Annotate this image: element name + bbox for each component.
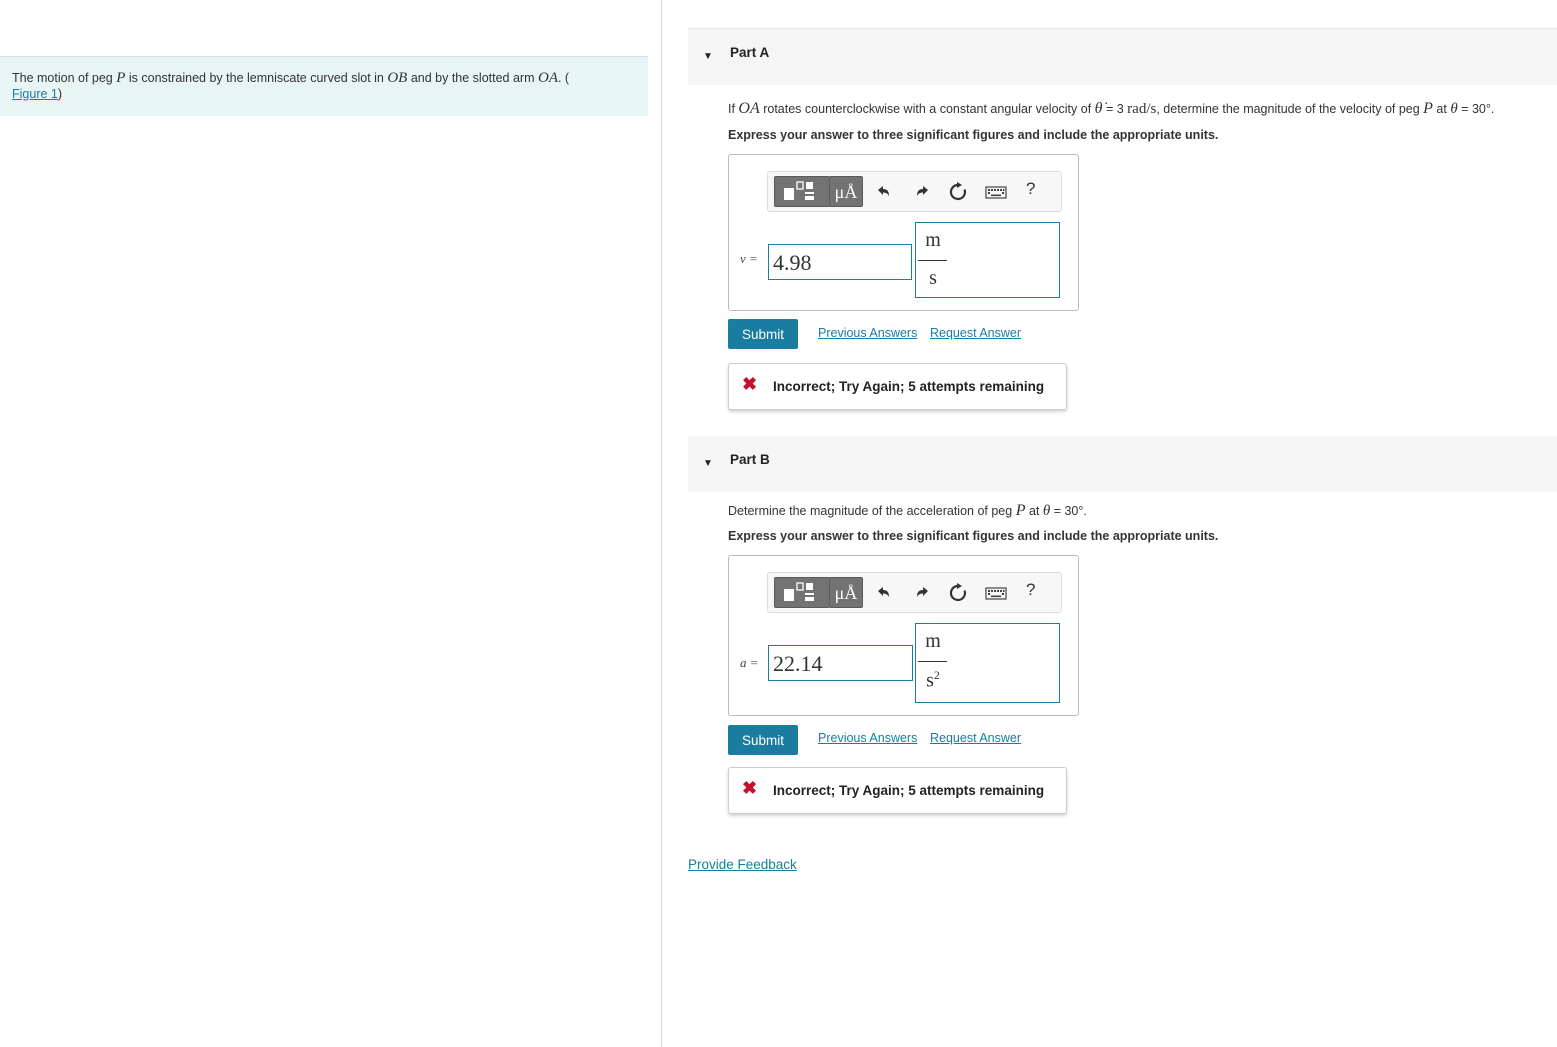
templates-icon (784, 181, 814, 200)
question-text: rotates counterclockwise with a constant… (759, 102, 1095, 116)
incorrect-x-icon: ✖ (742, 374, 758, 394)
part-b-submit-button[interactable]: Submit (728, 725, 798, 755)
unit-input[interactable]: m s2 (915, 623, 1060, 703)
part-b-question: Determine the magnitude of the accelerat… (728, 502, 1087, 520)
part-a-instruction: Express your answer to three significant… (728, 128, 1219, 142)
math-var-p: P (1423, 100, 1433, 117)
problem-pane: The motion of peg P is constrained by th… (0, 0, 662, 1047)
part-b-title: Part B (730, 452, 770, 467)
question-text: = 3 (1102, 102, 1128, 116)
unit-exponent: 2 (933, 668, 940, 682)
math-theta: θ (1450, 101, 1458, 117)
unit-numerator: m (925, 229, 941, 251)
math-var-ob: OB (387, 70, 408, 86)
templates-icon (784, 582, 814, 601)
feedback-text: Incorrect; Try Again; 5 attempts remaini… (773, 783, 1045, 798)
question-text: at (1025, 504, 1043, 518)
math-toolbar: μÅ ? (767, 572, 1062, 613)
collapse-caret-icon[interactable]: ▼ (703, 51, 713, 62)
part-b-feedback: ✖ Incorrect; Try Again; 5 attempts remai… (728, 767, 1067, 814)
math-var-oa: OA (537, 70, 558, 86)
question-text: Determine the magnitude of the accelerat… (728, 504, 1016, 518)
unit-numerator: m (925, 630, 941, 652)
part-a-header[interactable]: ▼ Part A (688, 29, 1557, 85)
math-var-oa: OA (738, 100, 760, 117)
fraction-bar (918, 661, 947, 662)
undo-icon[interactable] (872, 582, 894, 604)
part-a-answer-box: μÅ ? v = 4.98 m s (728, 154, 1079, 311)
units-button[interactable]: μÅ (829, 176, 863, 207)
unit-denominator: s (929, 267, 937, 289)
problem-statement-box: The motion of peg P is constrained by th… (0, 56, 648, 116)
reset-icon[interactable] (947, 582, 969, 604)
part-a-title: Part A (730, 45, 770, 60)
fraction-bar (918, 260, 947, 261)
value-input[interactable]: 22.14 (768, 645, 913, 681)
figure-link[interactable]: Figure 1 (12, 87, 58, 101)
question-text: at (1432, 102, 1451, 116)
part-a-request-answer-link[interactable]: Request Answer (930, 326, 1021, 340)
problem-text-part: ) (57, 87, 63, 101)
redo-icon[interactable] (912, 582, 934, 604)
feedback-text: Incorrect; Try Again; 5 attempts remaini… (773, 379, 1045, 394)
var-label-v: v = (740, 251, 758, 266)
help-button[interactable]: ? (1026, 580, 1035, 600)
keyboard-icon[interactable] (984, 582, 1008, 604)
part-a-submit-button[interactable]: Submit (728, 319, 798, 349)
part-b-answer-box: μÅ ? a = 22.14 m s2 (728, 555, 1079, 716)
collapse-caret-icon[interactable]: ▼ (703, 458, 713, 469)
math-toolbar: μÅ ? (767, 171, 1062, 212)
unit-denominator: s2 (916, 668, 950, 693)
part-b-previous-answers-link[interactable]: Previous Answers (818, 731, 917, 745)
keyboard-icon[interactable] (984, 181, 1008, 203)
part-a-question: If OA rotates counterclockwise with a co… (728, 100, 1494, 118)
problem-text-part: and by the slotted arm (407, 71, 538, 85)
provide-feedback-link[interactable]: Provide Feedback (688, 857, 797, 872)
question-text: = 30°. (1457, 102, 1495, 116)
problem-text-part: The motion of peg (12, 71, 117, 85)
incorrect-x-icon: ✖ (742, 778, 758, 798)
problem-text-part: . ( (557, 71, 570, 85)
math-unit: rad/s (1127, 101, 1157, 117)
math-var-p: P (1015, 502, 1026, 519)
var-label-a: a = (740, 655, 759, 670)
undo-icon[interactable] (872, 181, 894, 203)
unit-input[interactable]: m s (915, 222, 1060, 298)
problem-statement: The motion of peg P is constrained by th… (12, 70, 632, 102)
part-a-previous-answers-link[interactable]: Previous Answers (818, 326, 917, 340)
templates-button[interactable] (774, 577, 830, 608)
reset-icon[interactable] (947, 181, 969, 203)
units-button[interactable]: μÅ (829, 577, 863, 608)
unit-denominator-base: s (926, 669, 934, 692)
help-button[interactable]: ? (1026, 179, 1035, 199)
question-text: If (728, 102, 739, 116)
part-a-feedback: ✖ Incorrect; Try Again; 5 attempts remai… (728, 363, 1067, 410)
problem-text-part: is constrained by the lemniscate curved … (125, 71, 388, 85)
value-input[interactable]: 4.98 (768, 244, 912, 280)
redo-icon[interactable] (912, 181, 934, 203)
parts-pane: ▼ Part A If OA rotates counterclockwise … (662, 0, 1557, 1047)
question-text: = 30°. (1050, 504, 1087, 518)
part-b-header[interactable]: ▼ Part B (688, 436, 1557, 492)
templates-button[interactable] (774, 176, 830, 207)
part-b-request-answer-link[interactable]: Request Answer (930, 731, 1021, 745)
question-text: , determine the magnitude of the velocit… (1156, 102, 1424, 116)
math-theta-dot: θ̇ (1094, 100, 1103, 117)
part-b-instruction: Express your answer to three significant… (728, 529, 1219, 543)
